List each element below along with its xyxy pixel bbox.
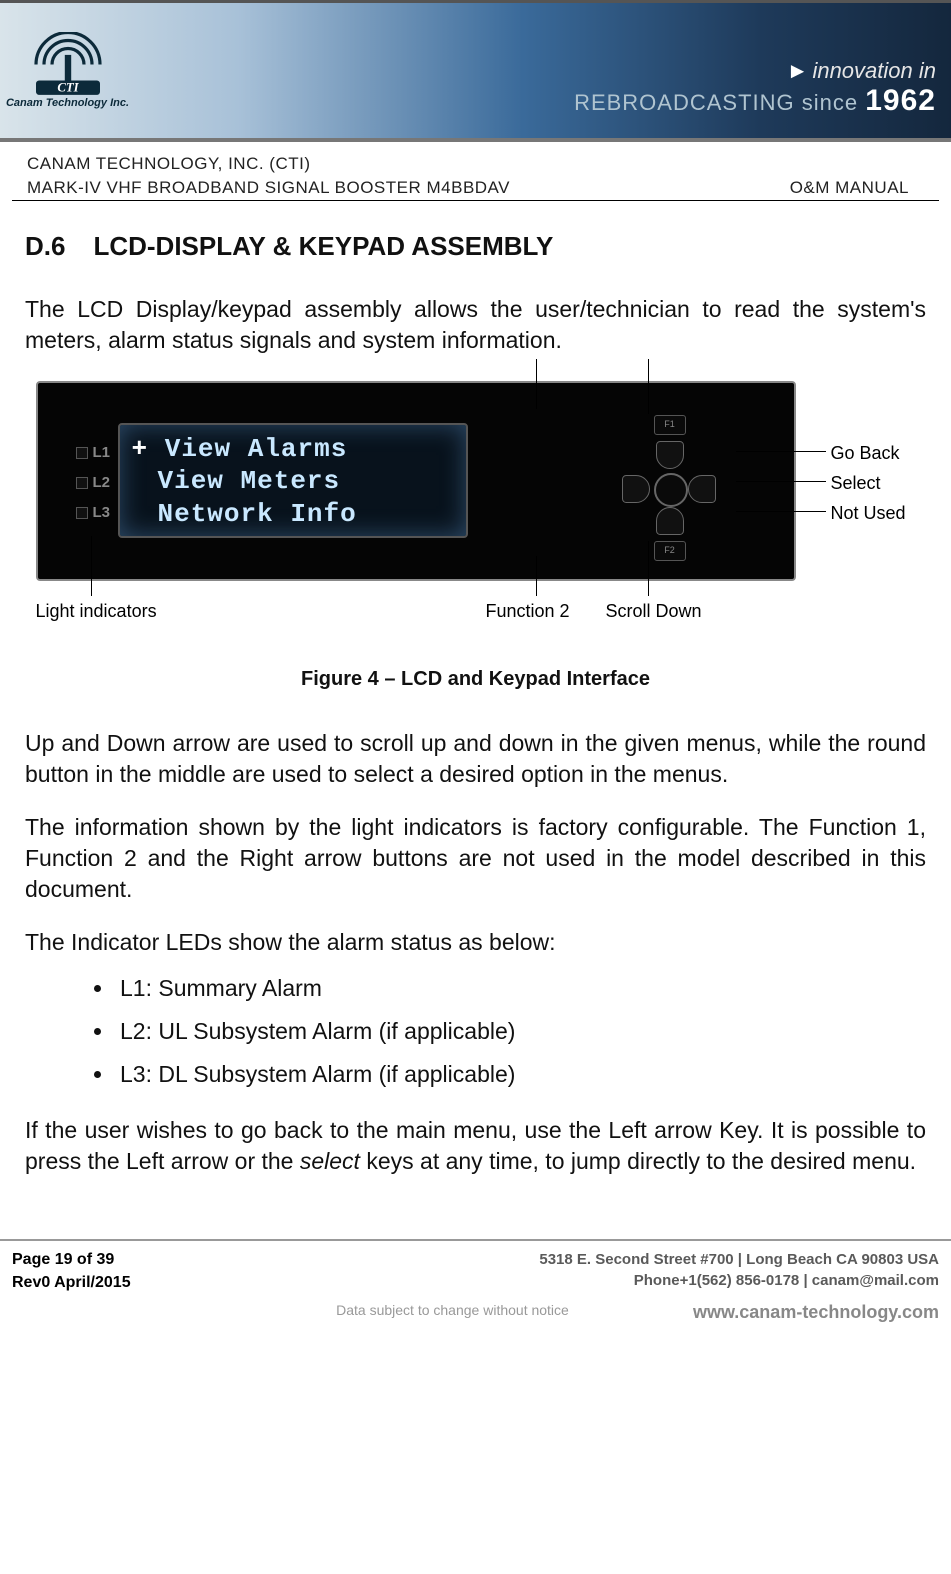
led-l3-label: L3 [93,498,111,528]
change-notice: Data subject to change without notice [212,1302,693,1323]
callout-go-back: Go Back [831,441,900,465]
paragraph-2: Up and Down arrow are used to scroll up … [25,728,926,790]
banner-tagline: ►innovation in REBROADCASTING since 1962 [574,58,936,118]
document-header: CANAM TECHNOLOGY, INC. (CTI) MARK-IV VHF… [12,142,939,201]
paragraph-4: The Indicator LEDs show the alarm status… [25,927,926,958]
header-banner: CTI Canam Technology Inc. ►innovation in… [0,0,951,142]
right-button[interactable] [688,475,716,503]
led-indicators: L1 L2 L3 [76,438,111,528]
tagline-line2-prefix: REBROADCASTING since [574,90,858,115]
callout-line [536,359,537,409]
figure-caption: Figure 4 – LCD and Keypad Interface [25,666,926,693]
p5-emphasis: select [300,1148,360,1174]
paragraph-1: The LCD Display/keypad assembly allows t… [25,294,926,356]
figure-4: Function 1 Scroll Up L1 L2 L3 + View Ala… [36,381,916,641]
p5-suffix: keys at any time, to jump directly to th… [360,1148,916,1174]
dpad [624,443,714,533]
company-url: www.canam-technology.com [693,1302,939,1323]
tagline-year: 1962 [865,84,936,117]
led-dot-icon [76,447,88,459]
select-button[interactable] [654,473,688,507]
callout-line [736,481,826,482]
list-item: L1: Summary Alarm [115,973,926,1004]
callout-not-used: Not Used [831,501,906,525]
company-address: 5318 E. Second Street #700 | Long Beach … [539,1249,939,1270]
company-logo: CTI Canam Technology Inc. [10,13,125,128]
f1-button[interactable]: F1 [654,415,686,435]
led-dot-icon [76,477,88,489]
callout-line [736,511,826,512]
led-l2-label: L2 [93,468,111,498]
play-icon: ► [787,58,809,83]
antenna-icon: CTI [28,32,108,97]
led-dot-icon [76,507,88,519]
callout-function2: Function 2 [486,599,570,623]
section-title-text: LCD-DISPLAY & KEYPAD ASSEMBLY [93,231,553,261]
manual-type: O&M MANUAL [790,178,909,200]
callout-select: Select [831,471,881,495]
device-photo: L1 L2 L3 + View Alarms View Meters Netwo… [36,381,796,581]
page-content: D.6 LCD-DISPLAY & KEYPAD ASSEMBLY The LCD… [0,201,951,1240]
company-name: CANAM TECHNOLOGY, INC. (CTI) [27,152,510,176]
callout-line [536,556,537,596]
page-footer: Page 19 of 39 Rev0 April/2015 5318 E. Se… [0,1239,951,1298]
lcd-display: + View Alarms View Meters Network Info [118,423,468,538]
lcd-cursor: + [132,434,165,464]
up-button[interactable] [656,441,684,469]
list-item: L3: DL Subsystem Alarm (if applicable) [115,1059,926,1090]
paragraph-3: The information shown by the light indic… [25,812,926,905]
down-button[interactable] [656,507,684,535]
f2-button[interactable]: F2 [654,541,686,561]
callout-line [648,359,649,414]
lcd-line-2: View Meters [132,465,454,498]
callout-line [648,541,649,596]
callout-line [91,536,92,596]
revision-date: Rev0 April/2015 [12,1272,131,1294]
left-button[interactable] [622,475,650,503]
lcd-line-1: View Alarms [165,434,348,464]
paragraph-5: If the user wishes to go back to the mai… [25,1115,926,1177]
callout-line [736,451,826,452]
section-number: D.6 [25,231,65,261]
lcd-line-3: Network Info [132,498,454,531]
tagline-line1: innovation in [812,58,936,83]
callout-scroll-down: Scroll Down [606,599,702,623]
footer-bottom: Data subject to change without notice ww… [0,1298,951,1333]
svg-text:CTI: CTI [57,81,79,95]
keypad: F1 F2 [604,423,734,553]
list-item: L2: UL Subsystem Alarm (if applicable) [115,1016,926,1047]
product-name: MARK-IV VHF BROADBAND SIGNAL BOOSTER M4B… [27,176,510,200]
callout-light-indicators: Light indicators [36,599,157,623]
section-heading: D.6 LCD-DISPLAY & KEYPAD ASSEMBLY [25,229,926,264]
page-number: Page 19 of 39 [12,1249,131,1271]
led-status-list: L1: Summary Alarm L2: UL Subsystem Alarm… [85,973,926,1090]
logo-text: Canam Technology Inc. [6,97,129,109]
led-l1-label: L1 [93,438,111,468]
company-phone: Phone+1(562) 856-0178 | canam@mail.com [539,1270,939,1291]
